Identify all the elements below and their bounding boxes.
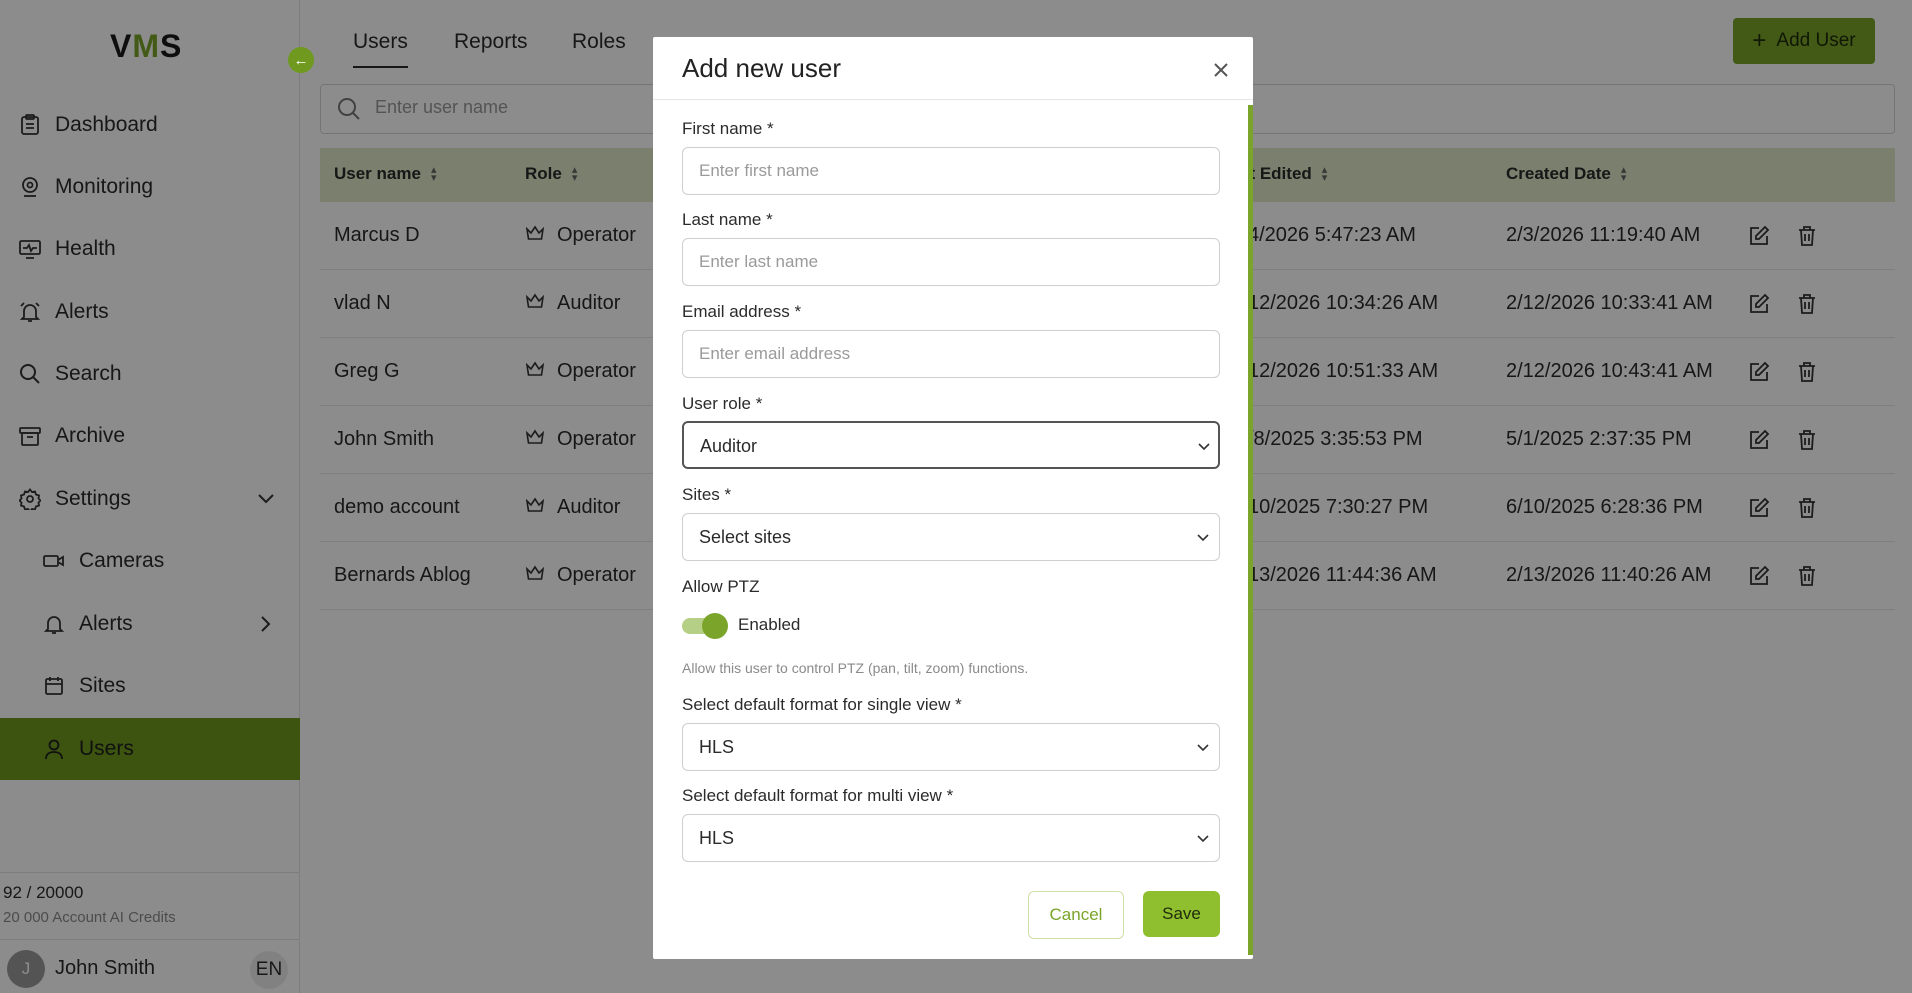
close-icon[interactable]	[1208, 57, 1234, 83]
user-role-select[interactable]: Auditor	[682, 421, 1220, 469]
sites-select[interactable]: Select sites	[682, 513, 1220, 561]
scrollbar[interactable]	[1248, 105, 1253, 955]
multi-view-label: Select default format for multi view *	[682, 786, 954, 805]
allow-ptz-label: Allow PTZ	[682, 577, 760, 596]
single-view-format-select[interactable]: HLS	[682, 723, 1220, 771]
ptz-help-text: Allow this user to control PTZ (pan, til…	[682, 660, 1029, 676]
email-field	[682, 330, 1220, 378]
arrow-left-icon: ←	[293, 51, 309, 69]
multi-view-value: HLS	[699, 828, 735, 848]
chevron-down-icon	[1193, 738, 1213, 758]
chevron-down-icon	[1194, 437, 1214, 457]
single-view-value: HLS	[699, 737, 735, 757]
last-name-label: Last name *	[682, 210, 773, 229]
single-view-label: Select default format for single view *	[682, 695, 962, 714]
collapse-sidebar-button[interactable]: ←	[288, 47, 314, 73]
ptz-toggle-label: Enabled	[738, 615, 801, 634]
add-user-dialog: Add new user First name * Last name * Em…	[653, 37, 1253, 959]
email-input[interactable]	[699, 344, 1199, 364]
email-label: Email address *	[682, 302, 802, 321]
user-role-value: Auditor	[700, 436, 758, 456]
sites-value: Select sites	[699, 527, 792, 547]
ptz-toggle[interactable]	[682, 613, 728, 639]
first-name-input[interactable]	[699, 161, 1199, 181]
last-name-input[interactable]	[699, 252, 1199, 272]
last-name-field	[682, 238, 1220, 286]
first-name-field	[682, 147, 1220, 195]
multi-view-format-select[interactable]: HLS	[682, 814, 1220, 862]
sites-label: Sites *	[682, 485, 732, 504]
toggle-knob	[702, 613, 728, 639]
first-name-label: First name *	[682, 119, 774, 138]
save-button[interactable]: Save	[1143, 891, 1220, 937]
chevron-down-icon	[1193, 528, 1213, 548]
cancel-button[interactable]: Cancel	[1028, 891, 1124, 939]
chevron-down-icon	[1193, 829, 1213, 849]
user-role-label: User role *	[682, 394, 763, 413]
dialog-title: Add new user	[682, 53, 841, 83]
